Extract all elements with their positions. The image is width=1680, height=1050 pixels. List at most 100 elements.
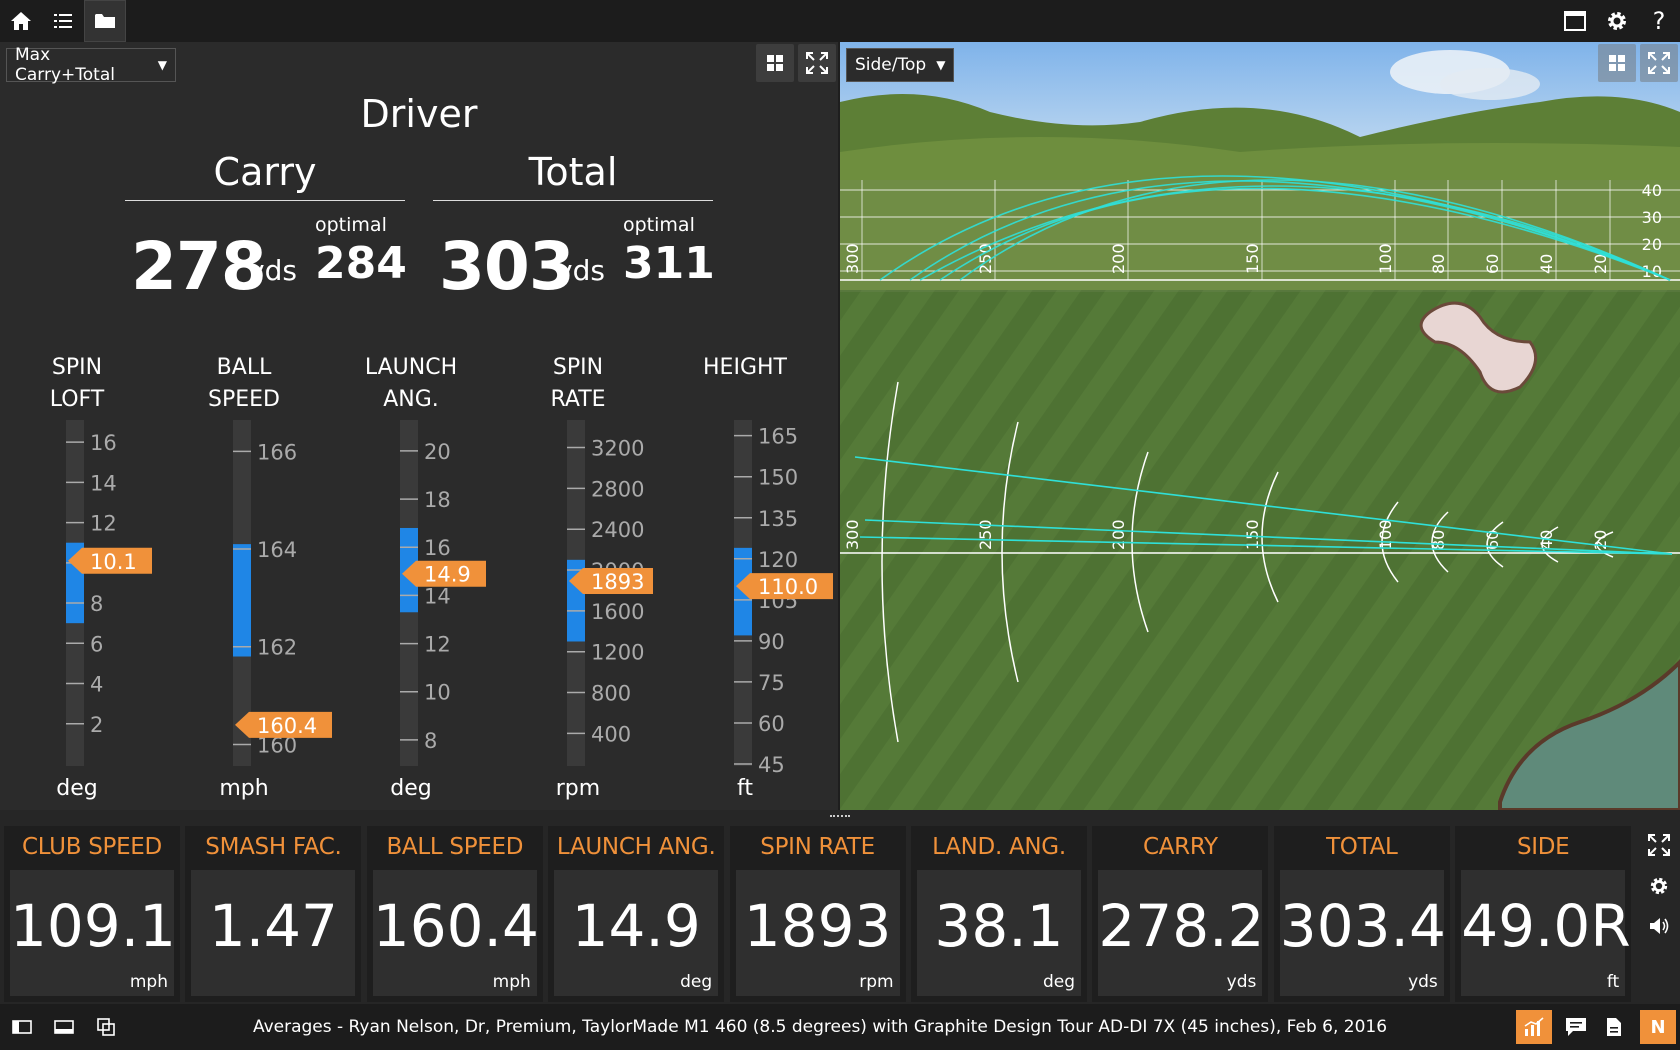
height-label: 40 [1642,181,1662,200]
gauge-track [66,420,84,766]
tile-label: BALL SPEED [386,834,524,860]
chart-icon [1524,1017,1544,1036]
gauge-tick-label: 160 [257,733,297,757]
folder-icon [95,14,115,28]
tile-total[interactable]: TOTAL 303.4 yds [1273,826,1450,1002]
sound-button[interactable] [1649,916,1671,940]
list-button[interactable] [42,0,84,42]
expand-button[interactable] [798,44,836,82]
tile-spin-rate[interactable]: SPIN RATE 1893 rpm [729,826,906,1002]
gauge-tick-label: 14 [90,471,117,495]
gauge-unit-launch-angle: deg [390,776,432,801]
gauge-value-marker [68,547,152,574]
tile-label: SIDE [1516,834,1570,860]
side-distance-label: 60 [1483,254,1502,274]
tile-value: 160.4 [372,892,539,960]
carry-optimal-value: 284 [315,238,407,289]
splitter-handle[interactable] [830,815,850,818]
report-button[interactable] [1596,1010,1632,1044]
gauge-label-launch-angle: LAUNCH ANG. [364,355,458,412]
tile-land-ang[interactable]: LAND. ANG. 38.1 deg [911,826,1087,1002]
view-angle-select[interactable]: Side/Top ▼ [846,48,954,82]
panel-left-button[interactable] [4,1010,40,1044]
gauge-tick-label: 2400 [591,518,644,542]
top-toolbar: ? [0,0,1680,42]
view-mode-select[interactable]: Max Carry+Total ▼ [6,45,176,85]
tile-body: 1893 rpm [735,870,900,996]
gauge-tick-label: 165 [758,425,798,449]
tiles-side-toolbar [1640,826,1680,1004]
shot-data-tiles: CLUB SPEED 109.1 mph SMASH FAC. 1.47 BALL SPE… [0,826,1640,1004]
gauge-tick-label: 400 [591,722,631,746]
gauge-tick-label: 12 [424,633,451,657]
gauge-value-label: 1893 [591,570,644,594]
top-distance-label: 300 [843,519,862,550]
panel-bottom-button[interactable] [46,1010,82,1044]
tile-launch-ang[interactable]: LAUNCH ANG. 14.9 deg [548,826,725,1002]
panel-splitter[interactable] [0,810,1680,826]
gauge-label-spin-loft: SPIN LOFT [49,355,105,412]
tile-carry[interactable]: CARRY 278.2 yds [1092,826,1269,1002]
tile-value: 303.4 [1279,892,1446,960]
chart-view-button[interactable] [1516,1010,1552,1044]
carry-value: 278 [131,228,267,305]
home-icon [11,12,31,30]
gauge-optimal-range [66,542,84,624]
side-distance-label: 150 [1243,243,1262,274]
tile-label: SPIN RATE [760,834,875,860]
top-distance-label: 100 [1376,519,1395,550]
gauge-value-marker [569,567,653,594]
gauge-tick-label: 12 [90,512,117,536]
carry-heading: Carry [125,150,405,201]
tiles-expand-button[interactable] [1648,834,1670,860]
gauge-value-marker [235,711,332,738]
club-title: Driver [360,92,478,136]
logo-button[interactable]: N [1640,1010,1676,1044]
session-description: Averages - Ryan Nelson, Dr, Premium, Tay… [252,1017,1388,1037]
tile-value: 278.2 [1098,892,1265,960]
tile-smash-fac[interactable]: SMASH FAC. 1.47 [185,826,362,1002]
tile-unit: rpm [859,972,894,992]
tile-label: LAND. ANG. [932,834,1066,860]
gauge-tick-label: 164 [257,538,297,562]
tile-value: 1.47 [208,892,338,960]
tiles-settings-button[interactable] [1649,876,1669,900]
settings-button[interactable] [1596,0,1638,42]
tile-ball-speed[interactable]: BALL SPEED 160.4 mph [366,826,543,1002]
comment-button[interactable] [1558,1010,1594,1044]
tile-body: 14.9 deg [554,870,719,996]
gauge-tick-label: 3200 [591,437,644,461]
tile-body: 278.2 yds [1098,870,1265,996]
tile-value: 1893 [743,892,892,960]
gauge-tick-label: 8 [90,592,103,616]
gauge-tick-label: 90 [758,630,785,654]
course-scene: 40302010300 250 200 150 100 80 60 40 20 300 250 20… [840,42,1680,810]
scene-expand-button[interactable] [1640,44,1678,82]
window-button[interactable] [1554,0,1596,42]
status-bar: Averages - Ryan Nelson, Dr, Premium, Tay… [0,1004,1680,1050]
side-distance-label: 40 [1537,254,1556,274]
side-distance-label: 100 [1376,243,1395,274]
trajectory-view[interactable]: 40 30 20 10 300 250 200 150 100 80 60 40 20 300 250 20… [840,42,1680,810]
tile-label: CARRY [1142,834,1218,860]
help-button[interactable]: ? [1638,0,1680,42]
tile-side[interactable]: SIDE 49.0R ft [1455,826,1632,1002]
tile-unit: deg [680,972,713,992]
home-button[interactable] [0,0,42,42]
layout-grid-button[interactable] [756,44,794,82]
tile-unit: mph [129,972,168,992]
gauge-tick-label: 10 [90,552,117,576]
side-distance-label: 200 [1109,243,1128,274]
gauge-tick-label: 166 [257,440,297,464]
panel-float-button[interactable] [88,1010,124,1044]
total-heading: Total [433,150,713,201]
window-icon [1564,11,1586,31]
total-optimal-label: optimal [623,214,695,236]
scene-grid-button[interactable] [1598,44,1636,82]
chevron-down-icon: ▼ [157,58,167,72]
folder-button[interactable] [84,0,126,42]
tile-club-speed[interactable]: CLUB SPEED 109.1 mph [4,826,180,1002]
tile-unit: mph [492,972,531,992]
gauge-tick-label: 16 [90,431,117,455]
gauge-tick-label: 2000 [591,559,644,583]
